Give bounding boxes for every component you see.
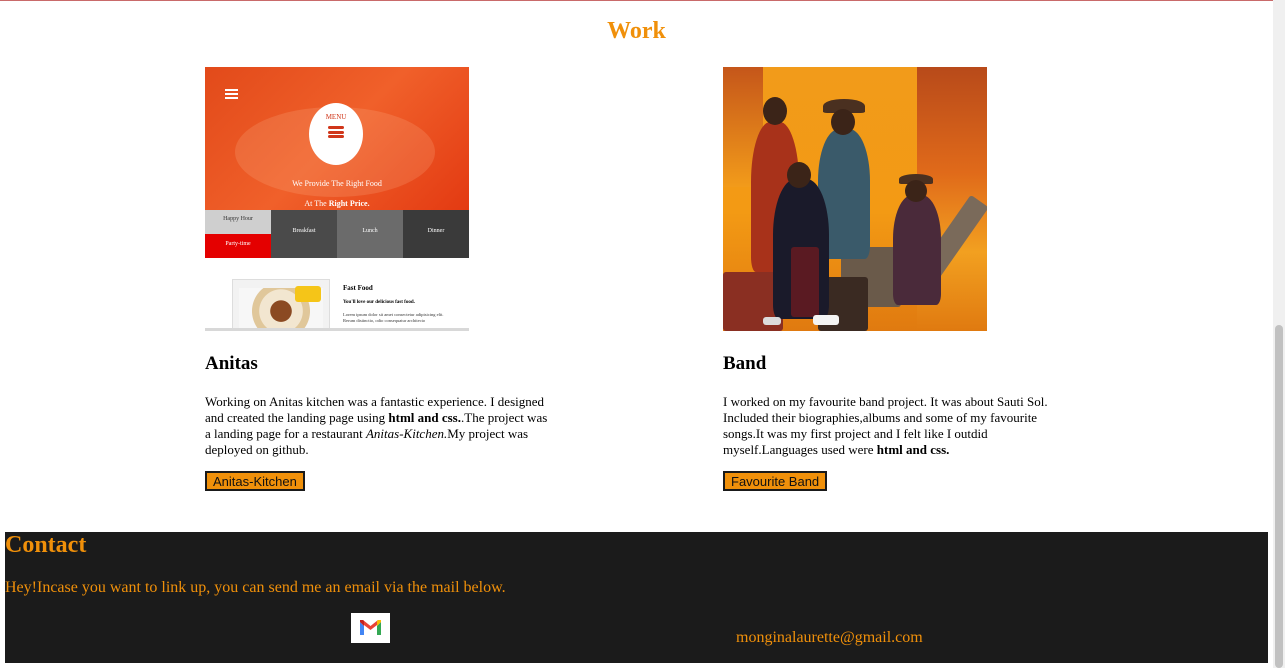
work-heading: Work: [607, 18, 666, 44]
project-description: I worked on my favourite band project. I…: [723, 394, 1048, 457]
scrollbar-thumb[interactable]: [1275, 325, 1283, 668]
contact-message: Hey!Incase you want to link up, you can …: [5, 579, 506, 596]
project-title: Band: [723, 353, 767, 374]
email-link[interactable]: monginalaurette@gmail.com: [736, 629, 923, 647]
anitas-kitchen-button[interactable]: Anitas-Kitchen: [205, 471, 305, 491]
contact-section: Contact Hey!Incase you want to link up, …: [5, 532, 1268, 663]
vertical-scrollbar[interactable]: [1273, 0, 1285, 668]
band-preview-image: [723, 67, 987, 331]
menu-logo: MENU: [309, 103, 363, 165]
burger-icon: [328, 126, 344, 140]
project-card-anitas: MENU We Provide The Right Food At The Ri…: [205, 67, 555, 491]
hamburger-icon: [225, 89, 238, 101]
top-border: [0, 0, 1285, 1]
project-card-band: Band I worked on my favourite band proje…: [723, 67, 1073, 491]
gmail-icon[interactable]: [351, 613, 390, 643]
contact-heading: Contact: [5, 532, 87, 558]
favourite-band-button[interactable]: Favourite Band: [723, 471, 828, 491]
gmail-logo-icon: [360, 620, 381, 635]
anitas-preview-image: MENU We Provide The Right Food At The Ri…: [205, 67, 469, 331]
project-title: Anitas: [205, 353, 258, 374]
food-image: [232, 279, 330, 331]
project-description: Working on Anitas kitchen was a fantasti…: [205, 394, 548, 457]
